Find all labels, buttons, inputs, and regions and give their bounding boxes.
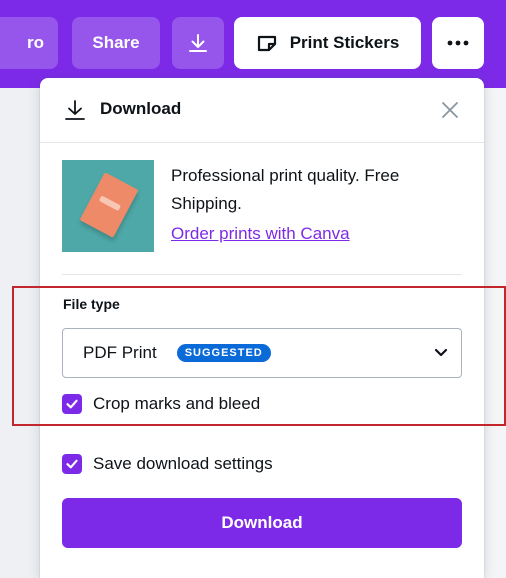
top-toolbar: ro Share Print Stickers (0, 0, 506, 88)
download-toolbar-button[interactable] (172, 17, 224, 69)
order-prints-link[interactable]: Order prints with Canva (171, 224, 350, 244)
download-button-label: Download (221, 513, 303, 532)
share-button[interactable]: Share (72, 17, 160, 69)
more-icon (447, 40, 469, 46)
canvas-background-right (484, 88, 506, 578)
save-settings-option[interactable]: Save download settings (62, 454, 273, 474)
save-settings-label: Save download settings (93, 454, 273, 473)
pro-button[interactable]: ro (0, 17, 58, 69)
save-settings-checkbox[interactable] (62, 454, 82, 474)
file-type-select[interactable]: PDF Print SUGGESTED (62, 328, 462, 378)
file-type-value: PDF Print (83, 343, 157, 362)
checkmark-icon (66, 399, 78, 409)
close-icon[interactable] (438, 98, 462, 122)
panel-header: Download (40, 78, 484, 142)
promo-card-shape (79, 172, 139, 238)
download-button[interactable]: Download (62, 498, 462, 548)
pro-button-label: ro (27, 33, 44, 52)
panel-title: Download (100, 99, 182, 118)
promo-divider (62, 274, 462, 275)
checkmark-icon (66, 459, 78, 469)
print-promo-thumbnail (62, 160, 154, 252)
crop-marks-label: Crop marks and bleed (93, 394, 261, 413)
suggested-badge: SUGGESTED (176, 344, 271, 362)
sticker-icon (257, 35, 276, 52)
download-icon (65, 100, 85, 120)
header-divider (40, 142, 484, 143)
file-type-label: File type (63, 296, 120, 312)
download-icon (189, 34, 207, 52)
print-stickers-label: Print Stickers (289, 33, 400, 52)
share-button-label: Share (92, 33, 140, 52)
print-stickers-button[interactable]: Print Stickers (234, 17, 421, 69)
download-panel: Download Professional print quality. Fre… (40, 78, 484, 578)
print-promo-text: Professional print quality. Free Shippin… (171, 166, 400, 213)
crop-marks-checkbox[interactable] (62, 394, 82, 414)
canvas-background-left (0, 88, 40, 578)
crop-marks-option[interactable]: Crop marks and bleed (62, 394, 260, 414)
more-button[interactable] (432, 17, 484, 69)
chevron-down-icon (434, 348, 448, 357)
